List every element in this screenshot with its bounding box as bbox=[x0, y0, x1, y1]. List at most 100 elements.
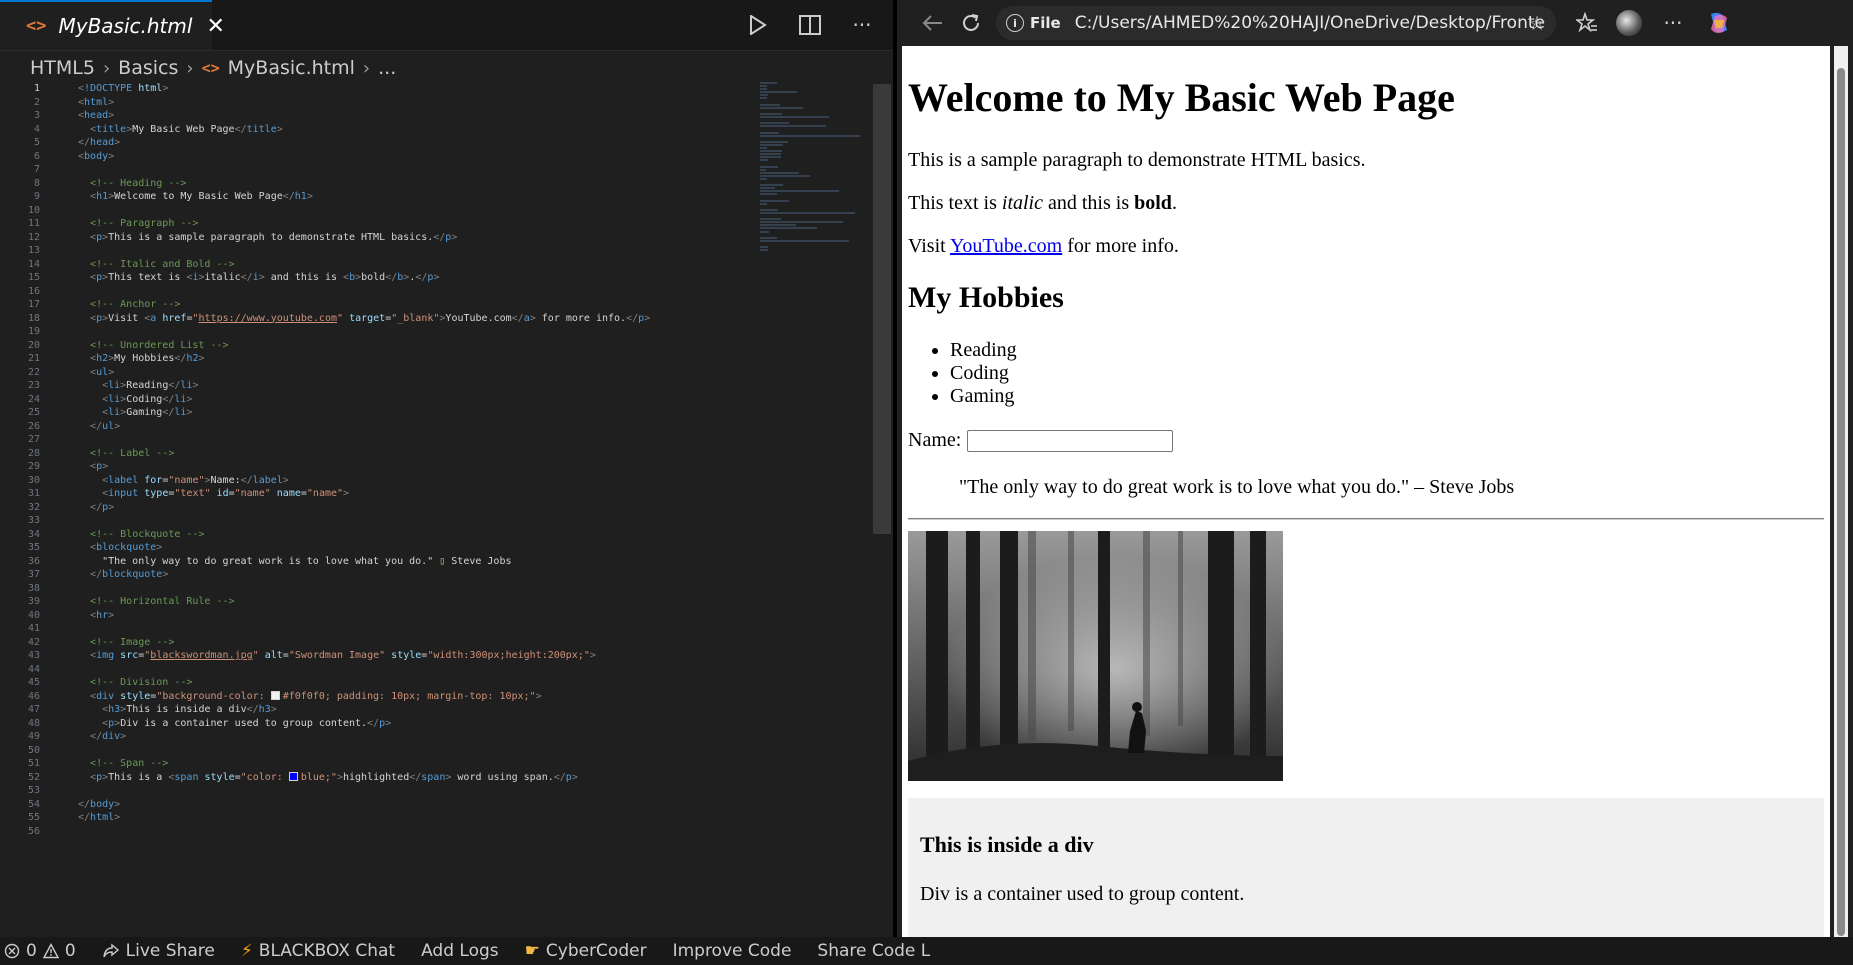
problems-indicator[interactable]: 0 0 bbox=[4, 941, 76, 961]
live-share-button[interactable]: Live Share bbox=[102, 941, 215, 961]
close-icon[interactable]: ✕ bbox=[206, 14, 224, 39]
code-text: <!-- Division --> bbox=[90, 677, 193, 688]
code-line[interactable]: 32 </p> bbox=[0, 501, 760, 515]
code-line[interactable]: 35 <blockquote> bbox=[0, 541, 760, 555]
code-line[interactable]: 50 bbox=[0, 744, 760, 758]
code-area[interactable]: 1 <!DOCTYPE html> 2 <html> 3 <head> 4 <title>M… bbox=[0, 82, 760, 838]
split-editor-icon[interactable] bbox=[797, 12, 823, 38]
code-line[interactable]: 14 <!-- Italic and Bold --> bbox=[0, 258, 760, 272]
code-line[interactable]: 55 </html> bbox=[0, 811, 760, 825]
line-number: 32 bbox=[27, 501, 40, 513]
code-line[interactable]: 13 bbox=[0, 244, 760, 258]
code-line[interactable]: 23 <li>Reading</li> bbox=[0, 379, 760, 393]
code-line[interactable]: 18 <p>Visit <a href="https://www.youtube… bbox=[0, 312, 760, 326]
code-line[interactable]: 39 <!-- Horizontal Rule --> bbox=[0, 595, 760, 609]
code-line[interactable]: 25 <li>Gaming</li> bbox=[0, 406, 760, 420]
add-logs-button[interactable]: Add Logs bbox=[421, 941, 499, 961]
code-line[interactable]: 8 <!-- Heading --> bbox=[0, 177, 760, 191]
code-line[interactable]: 29 <p> bbox=[0, 460, 760, 474]
code-line[interactable]: 1 <!DOCTYPE html> bbox=[0, 82, 760, 96]
code-line[interactable]: 6 <body> bbox=[0, 150, 760, 164]
minimap-line bbox=[760, 227, 818, 230]
code-line[interactable]: 17 <!-- Anchor --> bbox=[0, 298, 760, 312]
code-line[interactable]: 43 <img src="blackswordman.jpg" alt="Swo… bbox=[0, 649, 760, 663]
url-text[interactable]: C:/Users/AHMED%20%20HAJI/OneDrive/Deskto… bbox=[1075, 13, 1545, 33]
page-scrollbar[interactable] bbox=[1834, 46, 1848, 958]
code-line[interactable]: 10 bbox=[0, 204, 760, 218]
editor-scrollbar[interactable] bbox=[873, 84, 891, 534]
blackbox-chat-button[interactable]: ⚡ BLACKBOX Chat bbox=[241, 941, 395, 961]
code-line[interactable]: 31 <input type="text" id="name" name="na… bbox=[0, 487, 760, 501]
share-code-button[interactable]: Share Code L bbox=[817, 941, 930, 961]
scrollbar-thumb[interactable] bbox=[1837, 68, 1845, 936]
profile-avatar[interactable] bbox=[1615, 9, 1643, 37]
code-line[interactable]: 24 <li>Coding</li> bbox=[0, 393, 760, 407]
code-line[interactable]: 54 </body> bbox=[0, 798, 760, 812]
breadcrumb-item-html5[interactable]: HTML5 bbox=[30, 57, 95, 79]
line-number: 37 bbox=[27, 569, 40, 580]
tab-mybasic-html[interactable]: <> MyBasic.html ✕ bbox=[0, 0, 225, 50]
code-line[interactable]: 5 </head> bbox=[0, 136, 760, 150]
code-line[interactable]: 53 bbox=[0, 784, 760, 798]
code-text: <hr> bbox=[90, 609, 115, 621]
code-line[interactable]: 33 bbox=[0, 514, 760, 528]
code-line[interactable]: 48 <p>Div is a container used to group c… bbox=[0, 717, 760, 731]
breadcrumb-item-file[interactable]: MyBasic.html bbox=[228, 57, 355, 79]
code-line[interactable]: 49 </div> bbox=[0, 730, 760, 744]
line-number: 45 bbox=[27, 677, 40, 688]
code-line[interactable]: 28 <!-- Label --> bbox=[0, 447, 760, 461]
code-line[interactable]: 46 <div style="background-color: #f0f0f0… bbox=[0, 690, 760, 704]
more-actions-icon[interactable]: ··· bbox=[849, 12, 875, 38]
code-line[interactable]: 44 bbox=[0, 663, 760, 677]
minimap-line bbox=[760, 187, 776, 190]
back-arrow-icon[interactable] bbox=[919, 9, 947, 37]
code-line[interactable]: 51 <!-- Span --> bbox=[0, 757, 760, 771]
code-line[interactable]: 27 bbox=[0, 433, 760, 447]
code-line[interactable]: 34 <!-- Blockquote --> bbox=[0, 528, 760, 542]
name-input[interactable] bbox=[967, 429, 1174, 452]
code-line[interactable]: 41 bbox=[0, 622, 760, 636]
copilot-icon[interactable] bbox=[1705, 9, 1733, 37]
breadcrumb-item-symbols[interactable]: ... bbox=[378, 57, 396, 79]
code-line[interactable]: 52 <p>This is a <span style="color: blue… bbox=[0, 771, 760, 785]
code-line[interactable]: 21 <h2>My Hobbies</h2> bbox=[0, 352, 760, 366]
code-line[interactable]: 9 <h1>Welcome to My Basic Web Page</h1> bbox=[0, 190, 760, 204]
run-icon[interactable] bbox=[745, 12, 771, 38]
code-line[interactable]: 22 <ul> bbox=[0, 366, 760, 380]
code-line[interactable]: 40 <hr> bbox=[0, 609, 760, 623]
code-line[interactable]: 7 bbox=[0, 163, 760, 177]
code-line[interactable]: 20 <!-- Unordered List --> bbox=[0, 339, 760, 353]
improve-code-button[interactable]: Improve Code bbox=[673, 941, 792, 961]
code-line[interactable]: 4 <title>My Basic Web Page</title> bbox=[0, 123, 760, 137]
code-line[interactable]: 30 <label for="name">Name:</label> bbox=[0, 474, 760, 488]
browser-menu-icon[interactable]: ··· bbox=[1659, 9, 1687, 37]
code-line[interactable]: 16 bbox=[0, 285, 760, 299]
code-line[interactable]: 37 </blockquote> bbox=[0, 568, 760, 582]
youtube-link[interactable]: YouTube.com bbox=[950, 235, 1062, 257]
favorites-icon[interactable] bbox=[1573, 9, 1601, 37]
address-bar[interactable]: i File C:/Users/AHMED%20%20HAJI/OneDrive… bbox=[996, 6, 1556, 40]
code-line[interactable]: 36 "The only way to do great work is to … bbox=[0, 555, 760, 569]
code-line[interactable]: 45 <!-- Division --> bbox=[0, 676, 760, 690]
breadcrumb-item-basics[interactable]: Basics bbox=[118, 57, 178, 79]
favorite-star-icon[interactable]: ☆ bbox=[1528, 11, 1546, 35]
info-icon[interactable]: i bbox=[1006, 14, 1024, 32]
code-line[interactable]: 47 <h3>This is inside a div</h3> bbox=[0, 703, 760, 717]
code-line[interactable]: 38 bbox=[0, 582, 760, 596]
minimap[interactable] bbox=[760, 82, 870, 252]
web-page-viewport[interactable]: Welcome to My Basic Web Page This is a s… bbox=[902, 46, 1830, 958]
refresh-icon[interactable] bbox=[957, 9, 985, 37]
text-segment: This text is bbox=[908, 192, 1002, 214]
code-line[interactable]: 19 bbox=[0, 325, 760, 339]
code-line[interactable]: 12 <p>This is a sample paragraph to demo… bbox=[0, 231, 760, 245]
line-number: 49 bbox=[27, 731, 40, 742]
code-line[interactable]: 42 <!-- Image --> bbox=[0, 636, 760, 650]
code-line[interactable]: 11 <!-- Paragraph --> bbox=[0, 217, 760, 231]
code-line[interactable]: 2 <html> bbox=[0, 96, 760, 110]
code-line[interactable]: 15 <p>This text is <i>italic</i> and thi… bbox=[0, 271, 760, 285]
code-line[interactable]: 56 bbox=[0, 825, 760, 839]
line-number: 4 bbox=[33, 123, 40, 135]
code-line[interactable]: 26 </ul> bbox=[0, 420, 760, 434]
cybercoder-button[interactable]: ☛ CyberCoder bbox=[525, 941, 647, 961]
code-line[interactable]: 3 <head> bbox=[0, 109, 760, 123]
